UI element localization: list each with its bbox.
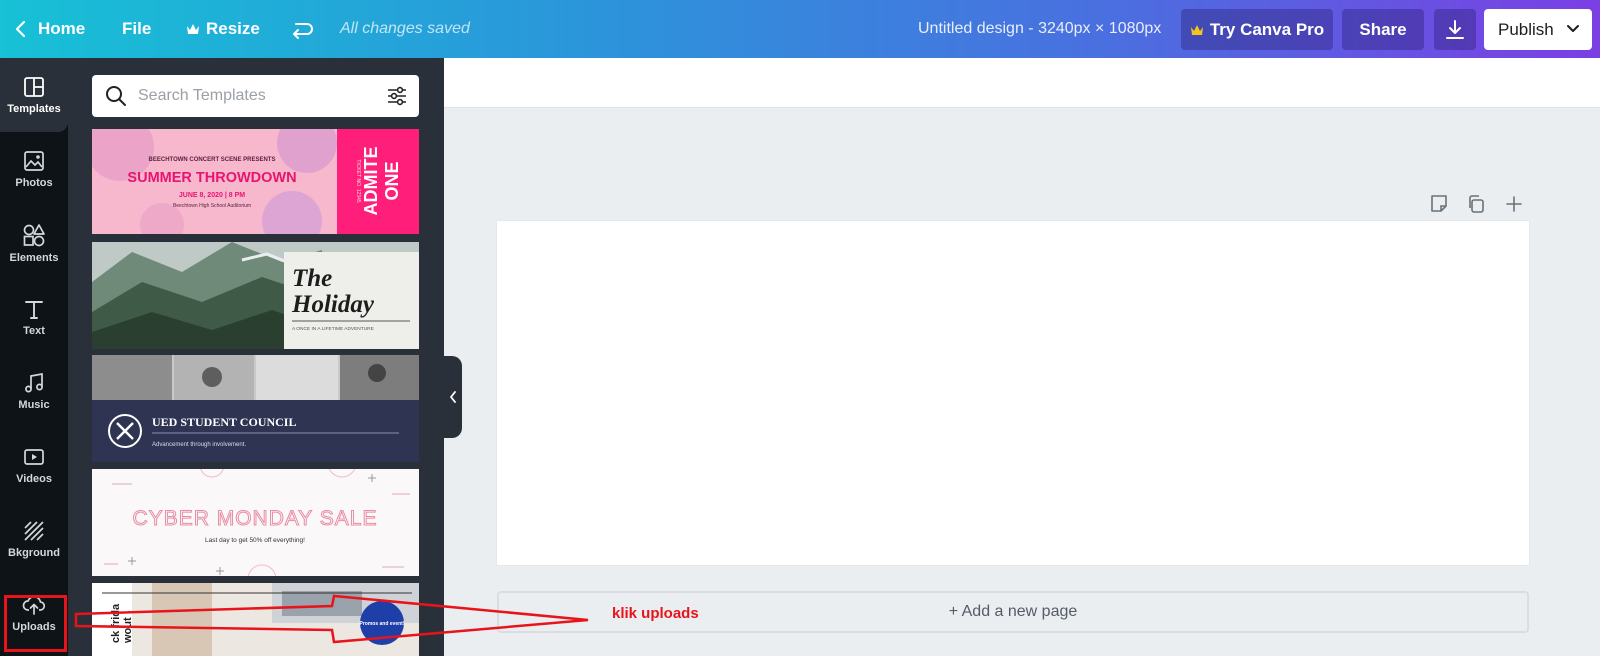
- templates-panel: Search Templates BEECHTOWN CONCERT SCENE…: [68, 58, 444, 656]
- videos-icon: [24, 448, 44, 465]
- template-presents-text: BEECHTOWN CONCERT SCENE PRESENTS: [149, 157, 276, 163]
- publish-button[interactable]: Publish: [1484, 9, 1592, 50]
- template-thumbnail: UED STUDENT COUNCIL Advancement through …: [92, 355, 419, 462]
- publish-label: Publish: [1498, 19, 1554, 39]
- template-council-subtitle: Advancement through involvement.: [152, 442, 246, 448]
- rail-item-videos[interactable]: Videos: [0, 428, 68, 502]
- template-title-text: SUMMER THROWDOWN: [127, 170, 296, 186]
- template-holiday-line2: Holiday: [291, 291, 375, 318]
- template-date-text: JUNE 8, 2020 | 8 PM: [179, 192, 245, 199]
- left-rail: Templates Photos Elements Text Music Vid…: [0, 58, 68, 656]
- chevron-left-icon: [15, 20, 26, 38]
- rail-item-photos[interactable]: Photos: [0, 132, 68, 206]
- save-status: All changes saved: [340, 20, 470, 37]
- download-button[interactable]: [1434, 9, 1476, 50]
- resize-button[interactable]: Resize: [186, 0, 260, 58]
- page-notes-icon[interactable]: [1428, 193, 1450, 215]
- rail-item-templates[interactable]: Templates: [0, 58, 68, 132]
- editor-toolbar: [444, 58, 1600, 108]
- try-pro-label: Try Canva Pro: [1209, 19, 1325, 39]
- template-cyber-title: CYBER MONDAY SALE: [133, 507, 378, 530]
- template-admit-text-2: ONE: [382, 161, 402, 200]
- undo-button[interactable]: [290, 0, 314, 58]
- background-icon: [24, 520, 44, 541]
- chevron-down-icon: [1567, 25, 1579, 32]
- search-input[interactable]: Search Templates: [138, 75, 266, 117]
- template-thumbnail: BEECHTOWN CONCERT SCENE PRESENTS SUMMER …: [92, 129, 419, 234]
- template-card-the-holiday[interactable]: The Holiday A ONCE IN A LIFETIME ADVENTU…: [92, 242, 419, 349]
- rail-item-text[interactable]: Text: [0, 280, 68, 354]
- home-button[interactable]: Home: [14, 0, 85, 58]
- rail-item-music[interactable]: Music: [0, 354, 68, 428]
- duplicate-page-icon[interactable]: [1465, 193, 1487, 215]
- rail-label: Videos: [16, 472, 52, 485]
- rail-item-background[interactable]: Bkground: [0, 502, 68, 576]
- rail-item-elements[interactable]: Elements: [0, 206, 68, 280]
- resize-label: Resize: [206, 19, 260, 38]
- templates-icon: [24, 76, 44, 97]
- redo-arrow-icon: [293, 23, 313, 39]
- download-icon: [1446, 19, 1464, 39]
- chevron-left-icon: [450, 391, 456, 403]
- design-page[interactable]: [497, 221, 1529, 565]
- share-label: Share: [1359, 19, 1407, 39]
- design-title[interactable]: Untitled design - 3240px × 1080px: [918, 0, 1161, 58]
- template-admit-text: ADMITE: [361, 147, 381, 216]
- rail-label: Elements: [9, 251, 59, 264]
- add-page-icon[interactable]: [1503, 193, 1525, 215]
- rail-label: Photos: [15, 176, 53, 189]
- template-cyber-subtitle: Last day to get 50% off everything!: [205, 537, 305, 544]
- annotation-text: klik uploads: [612, 605, 699, 622]
- template-council-title: UED STUDENT COUNCIL: [152, 415, 296, 429]
- collapse-panel-button[interactable]: [444, 356, 462, 438]
- template-card-summer-throwdown[interactable]: BEECHTOWN CONCERT SCENE PRESENTS SUMMER …: [92, 129, 419, 234]
- rail-label: Music: [18, 398, 50, 411]
- annotation-arrow-icon: [74, 594, 589, 644]
- crown-icon: [187, 24, 199, 34]
- scrollbar[interactable]: [1586, 108, 1600, 656]
- rail-label: Text: [23, 324, 45, 337]
- home-label: Home: [38, 19, 86, 38]
- search-icon: [106, 86, 126, 106]
- template-thumbnail: CYBER MONDAY SALE Last day to get 50% of…: [92, 469, 419, 576]
- try-canva-pro-button[interactable]: Try Canva Pro: [1181, 9, 1333, 50]
- crown-icon: [1190, 24, 1203, 35]
- rail-label: Templates: [7, 102, 61, 115]
- photos-icon: [24, 150, 44, 171]
- template-thumbnail: The Holiday A ONCE IN A LIFETIME ADVENTU…: [92, 242, 419, 349]
- file-menu-button[interactable]: File: [122, 0, 151, 58]
- elements-icon: [23, 223, 45, 246]
- music-icon: [25, 372, 43, 392]
- top-bar: Home File Resize All changes saved Untit…: [0, 0, 1600, 58]
- template-venue-text: Beechtown High School Auditorium: [173, 203, 251, 209]
- template-card-student-council[interactable]: UED STUDENT COUNCIL Advancement through …: [92, 355, 419, 462]
- template-card-cyber-monday[interactable]: CYBER MONDAY SALE Last day to get 50% of…: [92, 469, 419, 576]
- filter-sliders-icon[interactable]: [385, 84, 409, 108]
- share-button[interactable]: Share: [1342, 9, 1424, 50]
- template-holiday-tagline: A ONCE IN A LIFETIME ADVENTURE: [292, 326, 374, 332]
- uploads-highlight-box: [4, 595, 67, 652]
- text-icon: [25, 300, 43, 319]
- rail-label: Bkground: [8, 546, 60, 559]
- search-box[interactable]: Search Templates: [92, 75, 419, 117]
- file-label: File: [122, 19, 152, 38]
- template-holiday-line1: The: [292, 265, 332, 292]
